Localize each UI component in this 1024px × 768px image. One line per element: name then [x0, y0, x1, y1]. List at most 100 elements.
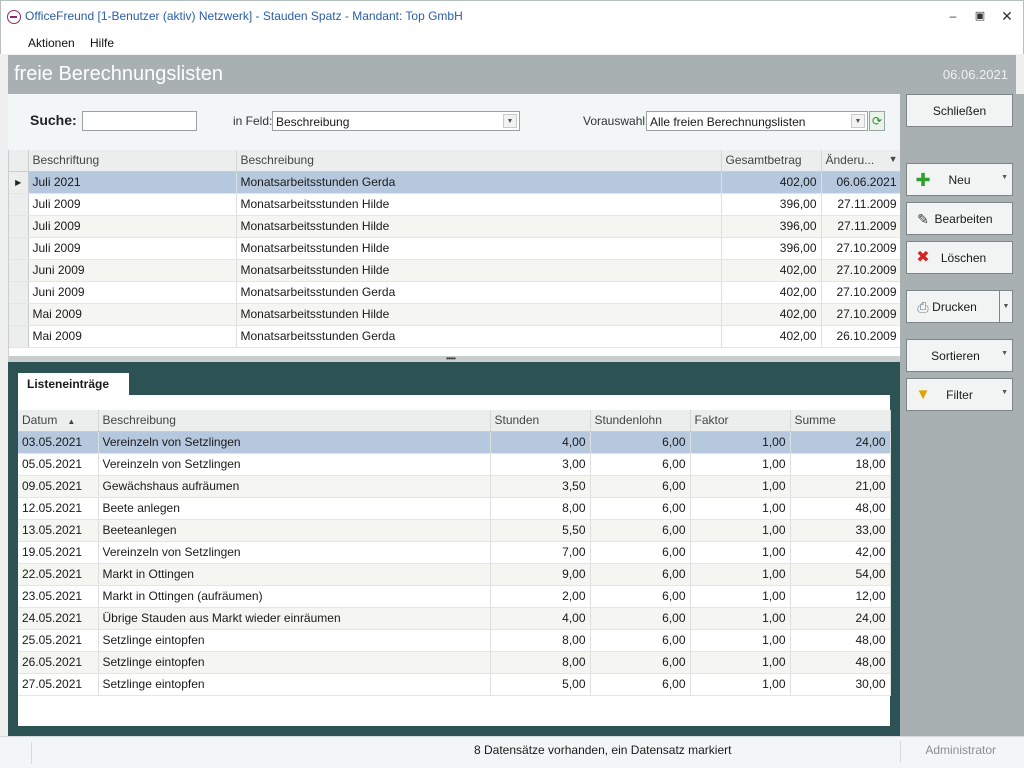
table-row[interactable]: Mai 2009 Monatsarbeitsstunden Gerda 402,00… [9, 325, 900, 348]
row-indicator [9, 215, 29, 238]
search-label: Suche: [30, 112, 77, 128]
table-row[interactable]: 23.05.2021 Markt in Ottingen (aufräumen) 2… [18, 585, 891, 608]
chevron-down-icon[interactable]: ▼ [1001, 174, 1008, 181]
table-row[interactable]: 26.05.2021 Setzlinge eintopfen 8,00 6,00 1,0… [18, 651, 891, 674]
delete-button[interactable]: ✖ Löschen [906, 241, 1013, 274]
row-indicator [9, 193, 29, 216]
preselect-select[interactable]: Alle freien Berechnungslisten ▼ [646, 111, 868, 131]
sort-asc-icon: ▲ [67, 417, 76, 427]
header-date: 06.06.2021 [942, 67, 1008, 82]
table-row[interactable]: 13.05.2021 Beeteanlegen 5,50 6,00 1,00 33,00 [18, 519, 891, 542]
chevron-down-icon[interactable]: ▼ [503, 114, 517, 128]
print-options-chevron-icon[interactable]: ▼ [999, 291, 1012, 322]
tab-content: Datum ▲ Beschreibung Stunden Stundenlohn … [18, 395, 891, 726]
close-button[interactable]: Schließen [906, 94, 1013, 127]
table-row[interactable]: 12.05.2021 Beete anlegen 8,00 6,00 1,00 48,00 [18, 497, 891, 520]
col-header-stundenlohn[interactable]: Stundenlohn [590, 410, 691, 432]
col-header-stunden[interactable]: Stunden [490, 410, 591, 432]
filter-button[interactable]: ▼ Filter ▼ [906, 378, 1013, 411]
table-cell: 09.05.2021 [18, 475, 99, 498]
new-button[interactable]: ✚ Neu ▼ [906, 163, 1013, 196]
table-cell: 402,00 [721, 171, 822, 194]
table-row[interactable]: Juli 2009 Monatsarbeitsstunden Hilde 396,0… [9, 215, 900, 238]
table-row[interactable]: Juli 2009 Monatsarbeitsstunden Hilde 396,0… [9, 237, 900, 260]
table-cell: 6,00 [590, 673, 691, 696]
table-cell: 33,00 [790, 519, 891, 542]
maximize-icon[interactable]: ▣ [968, 7, 992, 25]
table-row[interactable]: Juli 2009 Monatsarbeitsstunden Hilde 396,0… [9, 193, 900, 216]
action-sidebar: Schließen ✚ Neu ▼ ✎ Bearbeiten ✖ Löschen… [900, 94, 1024, 736]
new-button-label: Neu [948, 173, 971, 187]
table-cell: Juli 2009 [28, 193, 237, 216]
row-indicator [9, 259, 29, 282]
close-icon[interactable]: ✕ [995, 7, 1019, 25]
col-header-aenderung[interactable]: Änderu... ▼ [821, 150, 900, 172]
table-cell: 8,00 [490, 497, 591, 520]
col-header-summe[interactable]: Summe [790, 410, 891, 432]
col-header-datum[interactable]: Datum ▲ [18, 410, 99, 432]
table-cell: Vereinzeln von Setzlingen [98, 431, 491, 454]
table-row[interactable]: 05.05.2021 Vereinzeln von Setzlingen 3,00 6… [18, 453, 891, 476]
table-cell: 2,00 [490, 585, 591, 608]
chevron-down-icon[interactable]: ▼ [1001, 389, 1008, 396]
table-cell: 6,00 [590, 563, 691, 586]
refresh-icon[interactable]: ⟳ [869, 111, 885, 131]
entries-table: Datum ▲ Beschreibung Stunden Stundenlohn … [18, 410, 891, 696]
table-cell: 42,00 [790, 541, 891, 564]
table-cell: 4,00 [490, 431, 591, 454]
table-cell: 5,00 [490, 673, 591, 696]
table-cell: 48,00 [790, 629, 891, 652]
table-cell: 54,00 [790, 563, 891, 586]
table-cell: 6,00 [590, 607, 691, 630]
table-row[interactable]: Juni 2009 Monatsarbeitsstunden Hilde 402,0… [9, 259, 900, 282]
app-logo-icon [7, 10, 21, 24]
minimize-icon[interactable]: – [941, 7, 965, 25]
table-cell: Gewächshaus aufräumen [98, 475, 491, 498]
table-row[interactable]: 27.05.2021 Setzlinge eintopfen 5,00 6,00 1,0… [18, 673, 891, 696]
menu-bar: Aktionen Hilfe [0, 32, 1024, 54]
table-row[interactable]: 09.05.2021 Gewächshaus aufräumen 3,50 6,00 1… [18, 475, 891, 498]
table-row[interactable]: 24.05.2021 Übrige Stauden aus Markt wiede… [18, 607, 891, 630]
table-cell: Vereinzeln von Setzlingen [98, 541, 491, 564]
table-row[interactable]: 03.05.2021 Vereinzeln von Setzlingen 4,00 6… [18, 431, 891, 454]
tab-listeneintraege[interactable]: Listeneinträge [18, 373, 129, 397]
lists-grid: Beschriftung Beschreibung Gesamtbetrag Ä… [8, 150, 900, 356]
col-header-beschreibung[interactable]: Beschreibung [98, 410, 491, 432]
field-select[interactable]: Beschreibung ▼ [272, 111, 520, 131]
col-header-beschriftung[interactable]: Beschriftung [28, 150, 237, 172]
table-row[interactable]: Juni 2009 Monatsarbeitsstunden Gerda 402,0… [9, 281, 900, 304]
table-cell: 03.05.2021 [18, 431, 99, 454]
col-header-gesamtbetrag[interactable]: Gesamtbetrag [721, 150, 822, 172]
table-row[interactable]: 25.05.2021 Setzlinge eintopfen 8,00 6,00 1,0… [18, 629, 891, 652]
sort-button-label: Sortieren [931, 349, 980, 363]
table-row[interactable]: ▶ Juli 2021 Monatsarbeitsstunden Gerda 402,… [9, 171, 900, 194]
table-cell: 1,00 [690, 497, 791, 520]
row-indicator [9, 325, 29, 348]
chevron-down-icon[interactable]: ▼ [851, 114, 865, 128]
col-header-faktor[interactable]: Faktor [690, 410, 791, 432]
row-indicator [9, 237, 29, 260]
table-cell: 13.05.2021 [18, 519, 99, 542]
chevron-down-icon[interactable]: ▼ [1001, 350, 1008, 357]
table-cell: Markt in Ottingen (aufräumen) [98, 585, 491, 608]
table-cell: 6,00 [590, 431, 691, 454]
sort-button[interactable]: Sortieren ▼ [906, 339, 1013, 372]
table-cell: 6,00 [590, 453, 691, 476]
table-cell: Juni 2009 [28, 259, 237, 282]
col-header-beschreibung[interactable]: Beschreibung [236, 150, 722, 172]
print-button[interactable]: ⎙ Drucken ▼ [906, 290, 1013, 323]
table-cell: 6,00 [590, 497, 691, 520]
preselect-label: Vorauswahl: [583, 114, 649, 128]
menu-hilfe[interactable]: Hilfe [90, 36, 114, 50]
table-cell: Juni 2009 [28, 281, 237, 304]
edit-button[interactable]: ✎ Bearbeiten [906, 202, 1013, 235]
table-cell: 1,00 [690, 541, 791, 564]
menu-aktionen[interactable]: Aktionen [28, 36, 75, 50]
table-cell: 396,00 [721, 215, 822, 238]
status-indicator [8, 742, 32, 764]
table-row[interactable]: Mai 2009 Monatsarbeitsstunden Hilde 402,00… [9, 303, 900, 326]
search-input[interactable] [82, 111, 197, 131]
table-row[interactable]: 22.05.2021 Markt in Ottingen 9,00 6,00 1,00 5… [18, 563, 891, 586]
page-title: freie Berechnungslisten [14, 63, 224, 85]
table-row[interactable]: 19.05.2021 Vereinzeln von Setzlingen 7,00 6… [18, 541, 891, 564]
